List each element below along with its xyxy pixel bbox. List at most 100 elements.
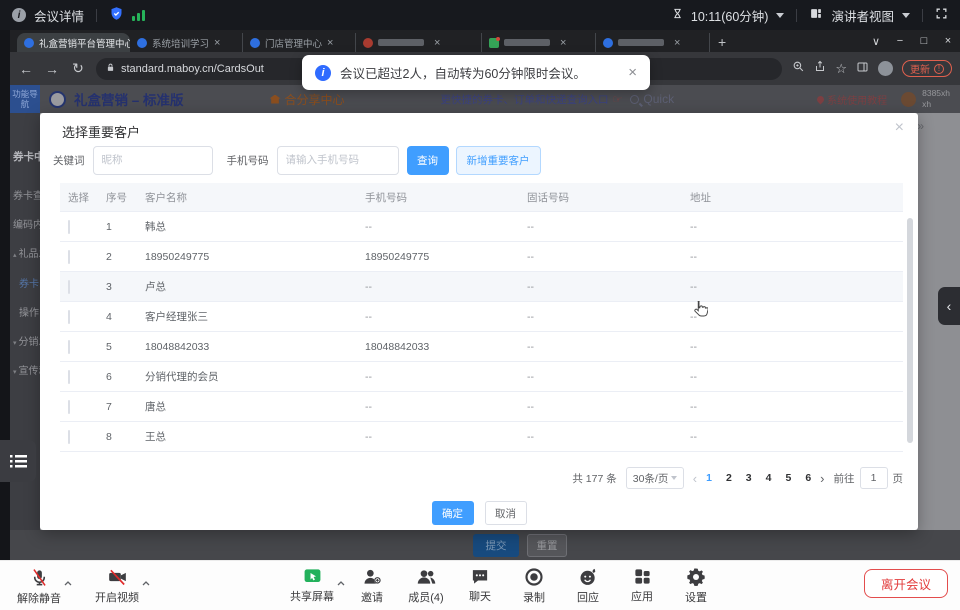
share-center-label: 合分享中心: [285, 91, 345, 108]
chat-button[interactable]: 聊天: [457, 567, 503, 605]
cell-phone: --: [360, 281, 522, 293]
unmute-button[interactable]: 解除静音: [10, 567, 68, 606]
table-row[interactable]: 7 唐总 -- -- --: [60, 392, 903, 422]
point-hand-icon: ☞: [613, 93, 623, 106]
house-icon: [270, 95, 281, 104]
forward-button[interactable]: →: [44, 61, 60, 77]
browser-profile-avatar[interactable]: [878, 61, 893, 76]
meeting-list-widget[interactable]: [0, 440, 36, 482]
share-icon[interactable]: [814, 60, 826, 78]
divider: [796, 9, 797, 22]
page-2[interactable]: 2: [726, 472, 732, 484]
quick-label: Quick: [643, 92, 674, 106]
cell-name: 王总: [140, 429, 360, 444]
table-scrollbar[interactable]: [907, 218, 913, 443]
table-row[interactable]: 1 韩总 -- -- --: [60, 212, 903, 242]
toolbar-item-label: 录制: [523, 589, 545, 605]
tab-close-icon[interactable]: ×: [214, 37, 220, 49]
bookmark-star-icon[interactable]: ☆: [835, 61, 847, 77]
zoom-icon[interactable]: [792, 60, 805, 78]
invite-button[interactable]: 邀请: [349, 567, 395, 605]
table-row[interactable]: 6 分销代理的会员 -- -- --: [60, 362, 903, 392]
browser-tab-active[interactable]: 礼盒营销平台管理中心 ×: [17, 33, 130, 52]
browser-tab[interactable]: 门店管理中心 ×: [243, 33, 356, 52]
browser-tab[interactable]: 系统培训学习 ×: [130, 33, 243, 52]
cancel-button[interactable]: 取消: [485, 501, 527, 525]
keyword-label: 关键词: [53, 153, 85, 168]
row-checkbox[interactable]: [68, 400, 70, 414]
goto-page-input[interactable]: [860, 467, 888, 489]
table-row[interactable]: 2 18950249775 18950249775 -- --: [60, 242, 903, 272]
tab-close-icon[interactable]: ×: [434, 37, 440, 49]
add-customer-button[interactable]: 新增重要客户: [456, 146, 541, 175]
confirm-button[interactable]: 确定: [432, 501, 474, 525]
col-name: 客户名称: [140, 190, 360, 205]
apps-icon: [633, 567, 652, 586]
row-checkbox[interactable]: [68, 310, 70, 324]
close-window-button[interactable]: ×: [936, 35, 960, 47]
table-row[interactable]: 4 客户经理张三 -- -- --: [60, 302, 903, 332]
table-row[interactable]: 5 18048842033 18048842033 -- --: [60, 332, 903, 362]
cell-no: 2: [100, 251, 140, 263]
leave-meeting-button[interactable]: 离开会议: [864, 569, 948, 598]
table-row[interactable]: 8 王总 -- -- --: [60, 422, 903, 452]
select-customer-modal: 选择重要客户 × 关键词 手机号码 查询 新增重要客户 选择 序号 客户名称 手…: [40, 113, 918, 530]
page-5[interactable]: 5: [785, 472, 791, 484]
members-button[interactable]: 成员(4): [403, 567, 449, 605]
timer-dropdown-icon[interactable]: [776, 13, 784, 18]
view-dropdown-icon[interactable]: [902, 13, 910, 18]
page-4[interactable]: 4: [766, 472, 772, 484]
page-1[interactable]: 1: [706, 472, 712, 484]
browser-menu-icon[interactable]: ∨: [864, 35, 888, 48]
share-screen-button[interactable]: 共享屏幕: [283, 567, 341, 605]
view-mode-label[interactable]: 演讲者视图: [831, 6, 894, 25]
toolbar-item-label: 聊天: [469, 588, 491, 604]
maximize-button[interactable]: □: [912, 35, 936, 47]
row-checkbox[interactable]: [68, 370, 70, 384]
back-button[interactable]: ←: [18, 61, 34, 77]
mic-options-caret[interactable]: [64, 573, 72, 591]
side-panel-icon[interactable]: [856, 60, 869, 78]
page-size-select[interactable]: 30条/页: [626, 467, 684, 489]
browser-tab[interactable]: ×: [482, 33, 596, 52]
tab-close-icon[interactable]: ×: [327, 37, 333, 49]
tab-close-icon[interactable]: ×: [560, 37, 566, 49]
keyword-input[interactable]: [93, 146, 213, 175]
toast-close-icon[interactable]: ×: [628, 64, 637, 81]
table-row[interactable]: 3 卢总 -- -- --: [60, 272, 903, 302]
start-video-button[interactable]: 开启视频: [88, 567, 146, 606]
sidebar-item: 编码内: [13, 216, 40, 231]
video-options-caret[interactable]: [142, 573, 150, 591]
cell-tel: --: [522, 371, 685, 383]
tab-close-icon[interactable]: ×: [674, 37, 680, 49]
page-6[interactable]: 6: [805, 472, 811, 484]
cell-no: 6: [100, 371, 140, 383]
row-checkbox[interactable]: [68, 280, 70, 294]
browser-update-button[interactable]: 更新 !: [902, 60, 952, 77]
browser-tab[interactable]: ×: [596, 33, 710, 52]
row-checkbox[interactable]: [68, 430, 70, 444]
minimize-button[interactable]: −: [888, 35, 912, 47]
new-tab-button[interactable]: +: [718, 34, 726, 52]
next-page-button[interactable]: ›: [820, 471, 824, 486]
browser-tab[interactable]: ×: [356, 33, 482, 52]
prev-page-button[interactable]: ‹: [693, 471, 697, 486]
modal-close-icon[interactable]: ×: [895, 119, 904, 137]
settings-button[interactable]: 设置: [673, 567, 719, 605]
row-checkbox[interactable]: [68, 250, 70, 264]
query-button[interactable]: 查询: [407, 146, 449, 175]
video-panel-toggle[interactable]: ‹: [938, 287, 960, 325]
record-button[interactable]: 录制: [511, 567, 557, 605]
reaction-button[interactable]: 回应: [565, 567, 611, 605]
share-options-caret[interactable]: [337, 573, 345, 591]
security-shield-icon[interactable]: [109, 6, 124, 24]
page-3[interactable]: 3: [746, 472, 752, 484]
meeting-details-label[interactable]: 会议详情: [34, 6, 84, 25]
toolbar-item-label: 开启视频: [95, 589, 139, 605]
row-checkbox[interactable]: [68, 220, 70, 234]
reload-button[interactable]: ↻: [70, 60, 86, 77]
fullscreen-icon[interactable]: [935, 7, 948, 23]
phone-input[interactable]: [277, 146, 399, 175]
apps-button[interactable]: 应用: [619, 567, 665, 605]
row-checkbox[interactable]: [68, 340, 70, 354]
